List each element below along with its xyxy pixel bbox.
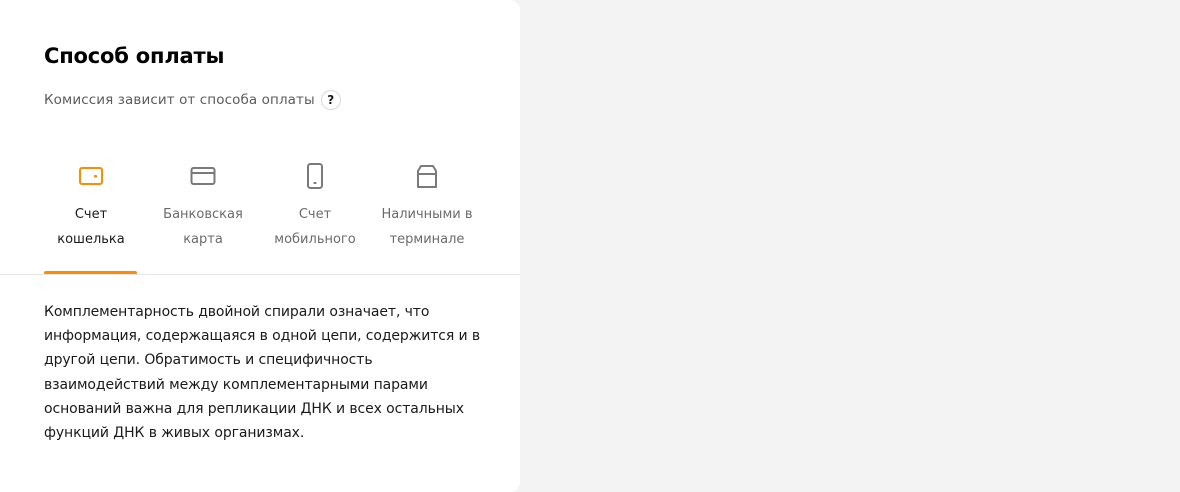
payment-method-tabs: Счет кошелька Банковская карта Счет моби…	[35, 154, 483, 275]
tab-mobile[interactable]: Счет мобильного	[259, 154, 371, 275]
terminal-icon	[417, 165, 437, 188]
tab-label: Счет мобильного	[274, 207, 356, 247]
tab-label: Наличными в терминале	[381, 207, 473, 247]
payment-method-card: Способ оплаты Комиссия зависит от способ…	[0, 0, 520, 492]
help-icon[interactable]: ?	[320, 90, 341, 110]
subtitle-row: Комиссия зависит от способа оплаты ?	[44, 90, 341, 110]
page-title: Способ оплаты	[44, 44, 225, 68]
tab-label: Банковская карта	[163, 207, 243, 247]
card-icon	[190, 167, 216, 185]
phone-icon	[307, 163, 323, 189]
tab-label: Счет кошелька	[57, 207, 125, 247]
tab-terminal[interactable]: Наличными в терминале	[371, 154, 483, 275]
payment-description: Комплементарность двойной спирали означа…	[44, 304, 481, 442]
tab-bank-card[interactable]: Банковская карта	[147, 154, 259, 275]
tabs-divider	[0, 274, 520, 275]
wallet-icon	[79, 167, 103, 185]
tab-wallet[interactable]: Счет кошелька	[35, 154, 147, 275]
commission-note: Комиссия зависит от способа оплаты	[44, 92, 315, 108]
